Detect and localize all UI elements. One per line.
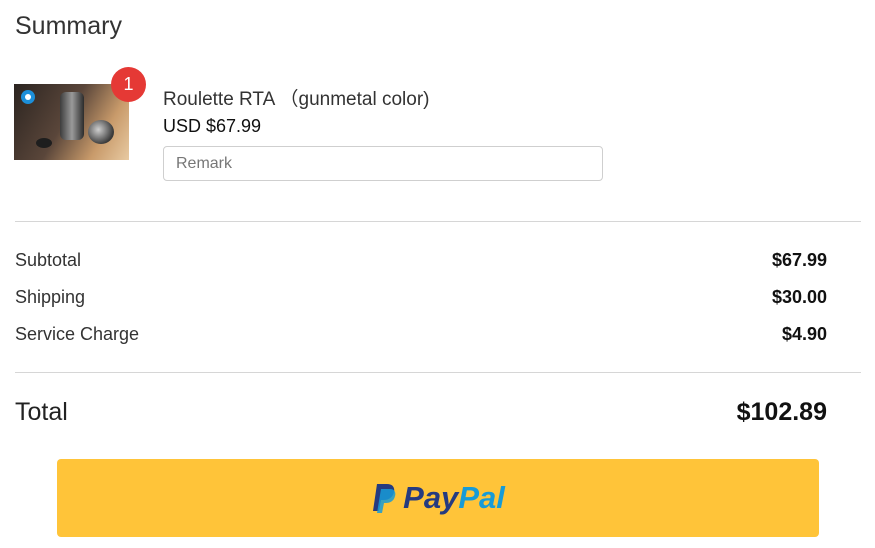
deck-shape (88, 120, 114, 144)
shipping-label: Shipping (15, 287, 86, 307)
paypal-text-pal: Pal (458, 480, 505, 515)
divider (15, 372, 861, 373)
brand-logo-icon (21, 90, 35, 104)
service-charge-value: $4.90 (781, 324, 827, 344)
service-charge-label: Service Charge (15, 324, 140, 344)
remark-input[interactable] (163, 146, 603, 181)
divider (15, 221, 861, 222)
paypal-text-pay: Pay (403, 480, 459, 515)
product-price: USD $67.99 (163, 116, 262, 136)
subtotal-value: $67.99 (771, 250, 827, 270)
tank-shape (60, 92, 84, 140)
total-value: $102.89 (736, 398, 827, 426)
total-label: Total (15, 398, 68, 426)
part-shape (36, 138, 52, 148)
paypal-wordmark: PayPal (403, 480, 505, 516)
product-name: Roulette RTA （gunmetal color) (163, 89, 430, 110)
paypal-icon (373, 484, 396, 513)
paypal-logo: PayPal (371, 480, 505, 516)
paypal-button[interactable]: PayPal (57, 459, 819, 537)
product-image[interactable] (14, 84, 129, 160)
quantity-badge: 1 (111, 67, 146, 102)
subtotal-label: Subtotal (15, 250, 82, 270)
shipping-value: $30.00 (771, 287, 827, 307)
summary-title: Summary (15, 12, 122, 40)
